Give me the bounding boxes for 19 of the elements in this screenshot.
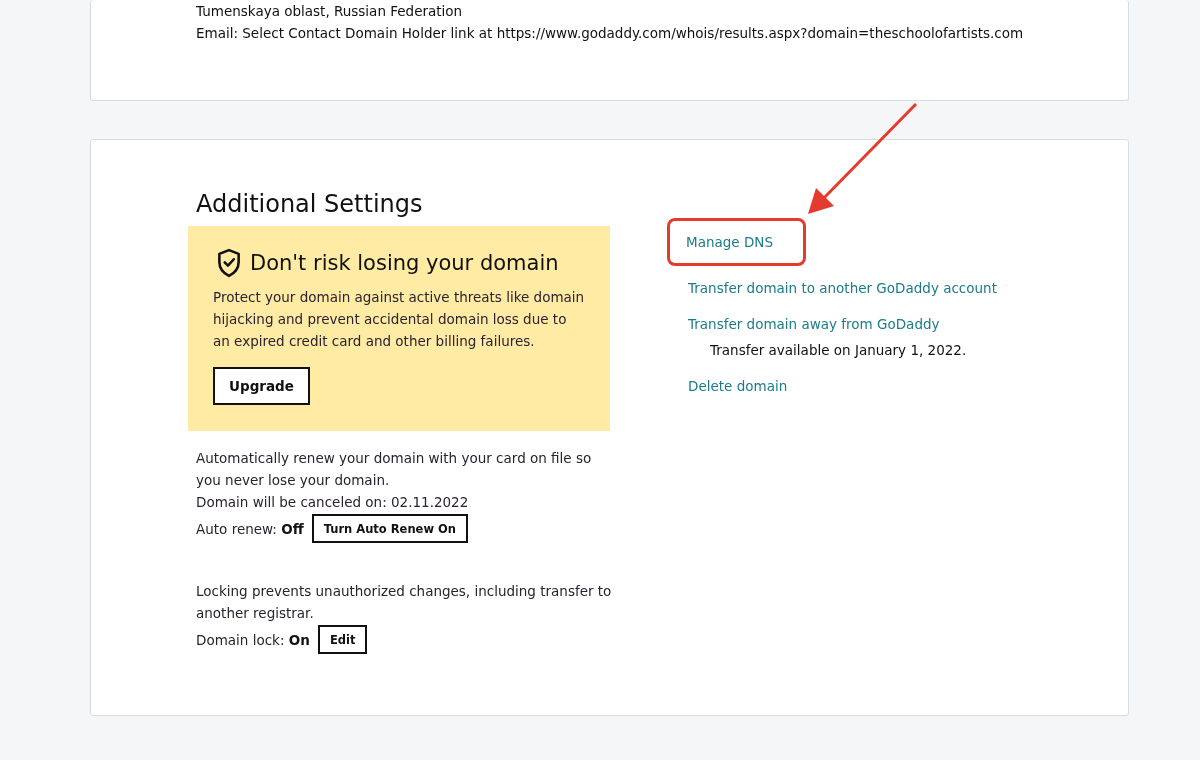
settings-link[interactable]: Transfer domain away from GoDaddy [688,313,940,335]
promo-heading: Don't risk losing your domain [250,251,559,275]
action-button[interactable]: Edit [317,625,368,654]
section-title: Additional Settings [196,189,424,220]
upgrade-button[interactable]: Upgrade [213,367,310,405]
contact-text: Tumenskaya oblast, Russian Federation [196,2,464,21]
status-text: Domain lock: On [196,630,310,650]
description-text: Domain will be canceled on: 02.11.2022 [196,493,470,512]
shield-check-icon [216,248,242,278]
settings-link[interactable]: Manage DNS [670,221,803,263]
action-button[interactable]: Turn Auto Renew On [311,514,468,543]
description-text: Locking prevents unauthorized changes, including transfer to another registrar. [196,582,613,623]
description-text: Automatically renew your domain with your card on file so you never lose your domain. [196,449,593,490]
promo-text: Protect your domain against active threats like domain hijacking and prevent accidental domain loss due to an expired credit card and other billing failures. [213,288,585,351]
contact-text: Email: Select Contact Domain Holder link at https://www.godaddy.com/whois/results.aspx?domain=theschoolofartists.com [196,24,1025,43]
transfer-note: Transfer available on January 1, 2022. [709,341,968,360]
settings-link[interactable]: Transfer domain to another GoDaddy account [688,277,997,299]
status-text: Auto renew: Off [196,519,304,539]
settings-link[interactable]: Delete domain [688,375,788,397]
